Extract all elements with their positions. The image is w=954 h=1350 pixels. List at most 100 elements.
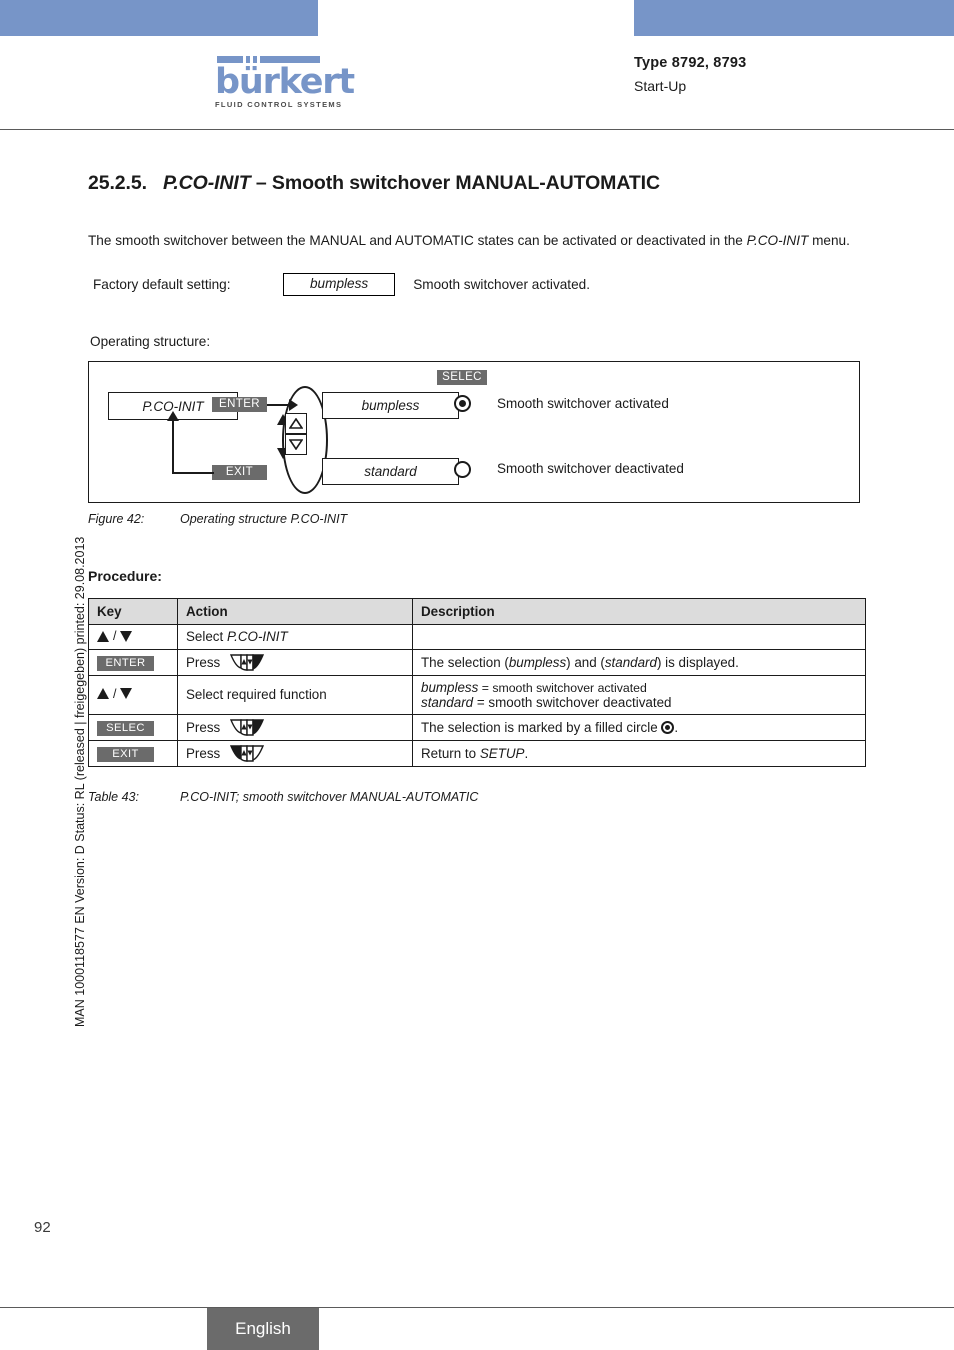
exit-arrow-head-icon <box>167 411 179 421</box>
diagram-legend-activated: Smooth switchover activated <box>497 396 669 411</box>
section-title-italic: P.CO-INIT <box>162 172 251 194</box>
key-badge-exit: EXIT <box>97 746 154 762</box>
header-divider <box>0 129 954 130</box>
row3-desc-line2-rest: = smooth switchover deactivated <box>473 694 672 710</box>
triangle-down-icon <box>120 630 133 642</box>
row3-desc-line1: bumpless = smooth switchover activated <box>421 680 857 695</box>
diagram-exit-tag: EXIT <box>212 465 267 480</box>
table-caption: Table 43: P.CO-INIT; smooth switchover M… <box>88 790 478 804</box>
procedure-heading: Procedure: <box>88 568 162 584</box>
triangle-up-glyph <box>289 418 303 429</box>
radio-unselected-icon <box>454 461 471 478</box>
exit-arrow-shaft <box>172 472 214 474</box>
table-row: / Select P.CO-INIT <box>88 624 866 650</box>
section-title-rest: – Smooth switchover MANUAL-AUTOMATIC <box>255 172 660 194</box>
figure-caption-text: Operating structure P.CO-INIT <box>180 512 348 526</box>
row3-desc-line2: standard = smooth switchover deactivated <box>421 695 857 710</box>
figure-caption-label: Figure 42: <box>88 512 145 526</box>
factory-default-label: Factory default setting: <box>93 277 231 292</box>
row5-desc-prefix: Return to <box>421 745 480 761</box>
table-header-row: Key Action Description <box>88 598 866 625</box>
row5-desc-suffix: . <box>524 745 529 761</box>
row3-key-cell: / <box>88 674 178 715</box>
key-badge-enter: ENTER <box>97 655 154 671</box>
diagram-option-standard: standard <box>322 458 459 485</box>
intro-paragraph: The smooth switchover between the MANUAL… <box>88 230 858 251</box>
radio-selected-icon <box>454 395 471 412</box>
operating-structure-label: Operating structure: <box>90 334 211 349</box>
section-number: 25.2.5. <box>88 172 147 194</box>
row4-action-cell: Press <box>177 713 413 741</box>
procedure-table: Key Action Description / Select P.CO-INI… <box>88 598 866 767</box>
diagram-option-bumpless: bumpless <box>322 392 459 419</box>
diagram-key-stack <box>285 413 307 455</box>
row2-action-prefix: Press <box>186 654 221 670</box>
row2-desc-p1: The selection ( <box>421 654 509 670</box>
table-row: ENTER Press The selection (bumpless) and… <box>88 648 866 676</box>
table-caption-label: Table 43: <box>88 790 139 804</box>
triangle-down-glyph <box>289 439 303 450</box>
row2-desc-p3: ) is displayed. <box>656 654 739 670</box>
figure-caption: Figure 42: Operating structure P.CO-INIT <box>88 512 347 526</box>
row2-key-cell: ENTER <box>88 648 178 676</box>
row3-desc-line1-italic: bumpless <box>421 679 479 695</box>
triangle-down-icon <box>120 688 133 700</box>
column-header-action: Action <box>177 598 413 625</box>
intro-part1: The smooth switchover between the MANUAL… <box>88 232 747 248</box>
row1-action-italic: P.CO-INIT <box>226 629 288 645</box>
column-header-key: Key <box>88 598 178 625</box>
press-key-left-icon <box>230 744 265 762</box>
diagram-selec-tag: SELEC <box>437 370 487 385</box>
filled-circle-icon <box>661 720 675 734</box>
row2-desc-bumpless: bumpless <box>508 654 567 670</box>
row1-key-cell: / <box>88 624 178 650</box>
row4-desc-text: The selection is marked by a filled circ… <box>421 719 658 735</box>
row2-desc-p2: ) and ( <box>566 654 605 670</box>
press-key-right-icon <box>230 653 265 671</box>
document-header: Type 8792, 8793 Start-Up <box>634 55 746 94</box>
triangle-up-icon <box>97 688 109 700</box>
row3-desc-line2-italic: standard <box>421 694 474 710</box>
logo-wordmark: bürkert <box>215 62 355 102</box>
exit-arrow-vertical <box>172 420 174 472</box>
key-separator: / <box>113 629 117 643</box>
row5-action-prefix: Press <box>186 745 221 761</box>
intro-italic: P.CO-INIT <box>746 232 809 248</box>
down-key-icon <box>285 434 307 455</box>
row3-action-cell: Select required function <box>177 674 413 715</box>
page-number: 92 <box>34 1219 51 1236</box>
row4-description-cell: The selection is marked by a filled circ… <box>412 713 866 741</box>
table-row: / Select required function bumpless = sm… <box>88 674 866 715</box>
row1-action-cell: Select P.CO-INIT <box>177 624 413 650</box>
up-key-icon <box>285 413 307 434</box>
row2-desc-standard: standard <box>604 654 657 670</box>
language-tab: English <box>207 1308 319 1350</box>
burkert-logo: bürkert FLUID CONTROL SYSTEMS <box>215 55 385 109</box>
factory-default-row: Factory default setting: bumpless Smooth… <box>93 273 590 296</box>
header-type-line: Type 8792, 8793 <box>634 55 747 71</box>
key-badge-selec: SELEC <box>97 720 154 736</box>
table-row: EXIT Press Return to SETUP. <box>88 739 866 767</box>
triangle-up-icon <box>97 630 109 642</box>
factory-default-value: bumpless <box>283 273 396 296</box>
row1-description-cell <box>412 624 866 650</box>
row2-description-cell: The selection (bumpless) and (standard) … <box>412 648 866 676</box>
row2-action-cell: Press <box>177 648 413 676</box>
table-row: SELEC Press The selection is marked by a… <box>88 713 866 741</box>
header-subtitle: Start-Up <box>634 78 687 94</box>
row3-description-cell: bumpless = smooth switchover activated s… <box>412 674 866 715</box>
table-caption-text: P.CO-INIT; smooth switchover MANUAL-AUTO… <box>180 790 479 804</box>
up-down-key-icon: / <box>97 629 133 643</box>
diagram-legend-deactivated: Smooth switchover deactivated <box>497 461 684 476</box>
row5-description-cell: Return to SETUP. <box>412 739 866 767</box>
up-down-key-icon: / <box>97 687 133 701</box>
document-meta-sidebar: MAN 1000118577 EN Version: D Status: RL … <box>73 536 87 1027</box>
row4-key-cell: SELEC <box>88 713 178 741</box>
row5-key-cell: EXIT <box>88 739 178 767</box>
intro-part2: menu. <box>808 232 850 248</box>
operating-structure-diagram: P.CO-INIT ENTER EXIT SELEC bumpless stan… <box>88 361 860 503</box>
row1-action-prefix: Select <box>186 629 227 645</box>
row3-desc-line1-rest: = smooth switchover activated <box>478 680 647 695</box>
row4-action-prefix: Press <box>186 719 221 735</box>
factory-default-description: Smooth switchover activated. <box>413 277 590 292</box>
